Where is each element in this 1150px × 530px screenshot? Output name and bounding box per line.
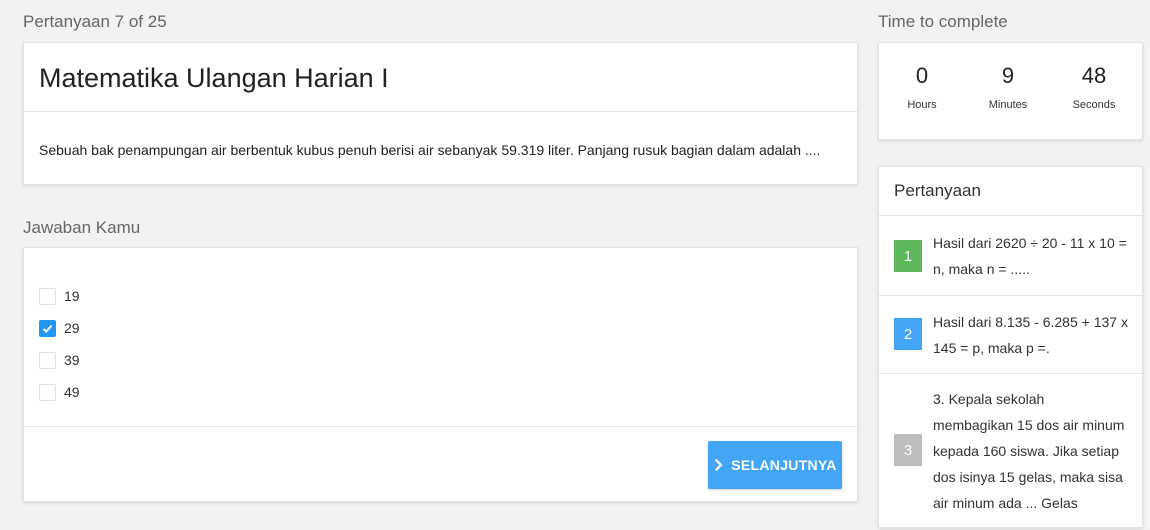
- question-list-item-text: Hasil dari 8.135 - 6.285 + 137 x 145 = p…: [933, 314, 1128, 356]
- checkbox[interactable]: [39, 319, 56, 337]
- quiz-title: Matematika Ulangan Harian I: [39, 63, 389, 93]
- answer-option-label: 49: [64, 384, 80, 400]
- question-list-item-text: Hasil dari 2620 ÷ 20 - 11 x 10 = n, maka…: [933, 235, 1127, 277]
- check-icon: [42, 324, 53, 333]
- timer-minutes-value: 9: [1001, 63, 1015, 88]
- question-number-badge: 3: [894, 434, 922, 466]
- question-list-panel: Pertanyaan 1 Hasil dari 2620 ÷ 20 - 11 x…: [878, 166, 1143, 528]
- question-list-item-3[interactable]: 3 3. Kepala sekolah membagikan 15 dos ai…: [879, 373, 1142, 529]
- timer-seconds: 48 Seconds: [1054, 63, 1134, 111]
- answer-option-1[interactable]: 19: [39, 286, 80, 306]
- timer-hours-label: Hours: [907, 99, 937, 111]
- next-button-label: SELANJUTNYA: [731, 457, 837, 473]
- divider: [24, 426, 857, 427]
- divider: [24, 111, 857, 112]
- question-number-badge: 2: [894, 318, 922, 350]
- question-list-item-text: 3. Kepala sekolah membagikan 15 dos air …: [933, 391, 1125, 511]
- question-text: Sebuah bak penampungan air berbentuk kub…: [39, 142, 821, 158]
- timer-minutes-label: Minutes: [988, 99, 1028, 111]
- answer-option-4[interactable]: 49: [39, 382, 80, 402]
- checkbox[interactable]: [39, 383, 56, 401]
- checkbox[interactable]: [39, 351, 56, 369]
- question-number-badge: 1: [894, 240, 922, 272]
- answers-heading: Jawaban Kamu: [23, 218, 141, 237]
- timer-heading: Time to complete: [878, 12, 1008, 31]
- answers-card: 19 29 39 49 SELANJUTNYA: [23, 247, 858, 502]
- timer-hours-value: 0: [915, 63, 929, 88]
- question-list-item-2[interactable]: 2 Hasil dari 8.135 - 6.285 + 137 x 145 =…: [879, 295, 1142, 373]
- timer-minutes: 9 Minutes: [968, 63, 1048, 111]
- question-progress: Pertanyaan 7 of 25: [23, 12, 167, 31]
- answer-option-label: 19: [64, 288, 80, 304]
- timer-seconds-value: 48: [1081, 63, 1107, 88]
- next-button[interactable]: SELANJUTNYA: [708, 441, 842, 489]
- answer-option-2[interactable]: 29: [39, 318, 80, 338]
- timer-hours: 0 Hours: [882, 63, 962, 111]
- question-card: Matematika Ulangan Harian I Sebuah bak p…: [23, 42, 858, 185]
- answer-option-label: 29: [64, 320, 80, 336]
- timer-card: 0 Hours 9 Minutes 48 Seconds: [878, 42, 1143, 140]
- question-list-item-1[interactable]: 1 Hasil dari 2620 ÷ 20 - 11 x 10 = n, ma…: [879, 215, 1142, 295]
- chevron-right-icon: [715, 459, 723, 471]
- answer-option-label: 39: [64, 352, 80, 368]
- timer-seconds-label: Seconds: [1072, 99, 1116, 111]
- question-list-heading: Pertanyaan: [894, 181, 981, 200]
- answer-option-3[interactable]: 39: [39, 350, 80, 370]
- checkbox[interactable]: [39, 287, 56, 305]
